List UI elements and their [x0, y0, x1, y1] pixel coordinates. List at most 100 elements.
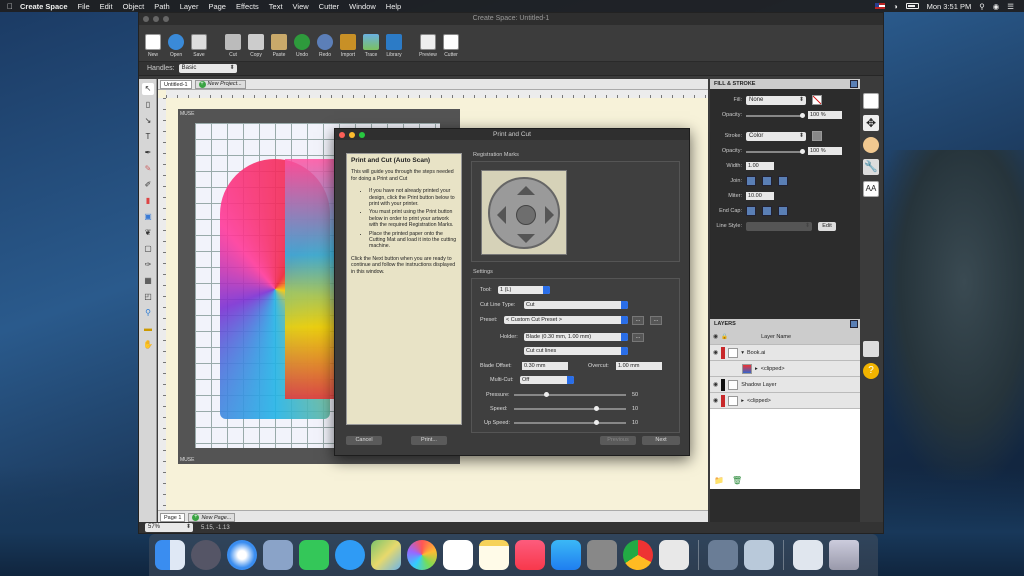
cut-button[interactable]: Cut — [223, 34, 243, 58]
dialog-titlebar[interactable]: Print and Cut — [335, 129, 689, 140]
preview-button[interactable]: Preview — [418, 34, 438, 58]
handles-select[interactable]: Basic — [178, 64, 237, 73]
fill-opacity-knob[interactable] — [800, 113, 805, 118]
fill-tool-icon[interactable]: ▢ — [142, 243, 154, 255]
fill-select[interactable]: None — [746, 96, 806, 105]
copy-button[interactable]: Copy — [246, 34, 266, 58]
layer-row[interactable]: ◉ ▾ Book.ai — [710, 345, 860, 361]
join-round-icon[interactable] — [762, 176, 772, 186]
finder-icon[interactable] — [155, 540, 185, 570]
miter-field[interactable]: 10.00 — [746, 192, 774, 200]
eye-icon[interactable]: ◉ — [713, 349, 718, 356]
menu-text[interactable]: Text — [269, 2, 283, 11]
apple-icon[interactable]:  — [0, 2, 20, 11]
cap-butt-icon[interactable] — [746, 206, 756, 216]
text-panel-icon[interactable]: AA — [863, 181, 879, 197]
cancel-button[interactable]: Cancel — [346, 436, 382, 445]
weld-tool-icon[interactable]: ◰ — [142, 291, 154, 303]
knife-tool-icon[interactable]: ✑ — [142, 259, 154, 271]
transform-tool-icon[interactable]: ↘ — [142, 115, 154, 127]
pressure-slider[interactable] — [514, 392, 626, 397]
layers-panel-icon[interactable] — [863, 341, 879, 357]
new-project-tab[interactable]: + New Project... — [194, 79, 246, 89]
new-layer-icon[interactable]: 📁 — [714, 476, 724, 485]
menu-app-name[interactable]: Create Space — [20, 2, 68, 11]
disclosure-icon[interactable]: ▾ — [741, 350, 744, 356]
wrench-icon[interactable]: 🔧 — [863, 159, 879, 175]
stroke-opacity-slider[interactable] — [746, 149, 805, 154]
preview-icon[interactable] — [744, 540, 774, 570]
dialog-minimize-button[interactable] — [349, 132, 355, 138]
disclosure-icon[interactable]: ▸ — [741, 398, 744, 404]
menu-help[interactable]: Help — [386, 2, 401, 11]
join-miter-icon[interactable] — [746, 176, 756, 186]
layers-options-icon[interactable] — [850, 320, 858, 328]
undo-button[interactable]: Undo — [292, 34, 312, 58]
preset-select[interactable]: < Custom Cut Preset > — [504, 316, 628, 324]
maps-icon[interactable] — [371, 540, 401, 570]
layer-row[interactable]: ◉ ▸ <clipped> — [710, 393, 860, 409]
node-tool-icon[interactable]: ▯ — [142, 99, 154, 111]
eyedropper-tool-icon[interactable]: ❦ — [142, 227, 154, 239]
cut-lines-select[interactable]: Cut cut lines — [524, 347, 628, 355]
layer-row[interactable]: ◉ Shadow Layer — [710, 377, 860, 393]
hand-tool-icon[interactable]: ✋ — [142, 339, 154, 351]
preset-options-button[interactable]: ... — [632, 316, 644, 325]
stroke-opacity-knob[interactable] — [800, 149, 805, 154]
disclosure-icon[interactable]: ▸ — [755, 366, 758, 372]
menu-view[interactable]: View — [293, 2, 309, 11]
previous-button[interactable]: Previous — [600, 436, 636, 445]
stroke-swatch[interactable] — [812, 131, 822, 141]
siri-icon[interactable]: ◉ — [993, 2, 1000, 11]
color-palette-icon[interactable] — [863, 137, 879, 153]
overcut-field[interactable]: 1.00 mm — [616, 362, 662, 370]
panel-options-icon[interactable] — [850, 80, 858, 88]
menu-path[interactable]: Path — [154, 2, 169, 11]
holder-options-button[interactable]: ... — [632, 333, 644, 342]
menubar-clock[interactable]: Mon 3:51 PM — [927, 2, 972, 11]
messages-icon[interactable] — [335, 540, 365, 570]
upspeed-slider[interactable] — [514, 420, 626, 425]
layer-row[interactable]: ▸ <clipped> — [710, 361, 860, 377]
next-button[interactable]: Next — [642, 436, 680, 445]
arrow-up-icon[interactable] — [517, 177, 535, 195]
new-button[interactable]: New — [143, 34, 163, 58]
arrow-right-icon[interactable] — [545, 206, 563, 224]
zoom-window-button[interactable] — [163, 16, 169, 22]
zoom-select[interactable]: 57% — [145, 523, 193, 532]
create-space-icon[interactable] — [659, 540, 689, 570]
dialog-close-button[interactable] — [339, 132, 345, 138]
stroke-opacity-field[interactable]: 100 % — [808, 147, 842, 155]
arrow-down-icon[interactable] — [517, 234, 535, 252]
multicut-select[interactable]: Off — [520, 376, 574, 384]
tab-untitled[interactable]: Untitled-1 — [160, 79, 192, 89]
cutter-button[interactable]: Cutter — [441, 34, 461, 58]
reminders-icon[interactable] — [443, 540, 473, 570]
help-icon[interactable]: ? — [863, 363, 879, 379]
redo-button[interactable]: Redo — [315, 34, 335, 58]
menu-layer[interactable]: Layer — [180, 2, 199, 11]
new-page-tab[interactable]: + New Page... — [188, 513, 236, 522]
minimize-window-button[interactable] — [153, 16, 159, 22]
pressure-knob[interactable] — [544, 392, 549, 397]
downloads-icon[interactable] — [793, 540, 823, 570]
center-button-icon[interactable] — [516, 205, 536, 225]
zoom-tool-icon[interactable]: ⚲ — [142, 307, 154, 319]
facetime-icon[interactable] — [299, 540, 329, 570]
fill-swatch[interactable] — [812, 95, 822, 105]
music-icon[interactable] — [515, 540, 545, 570]
notification-center-icon[interactable]: ☰ — [1007, 2, 1014, 11]
preset-more-button[interactable]: ... — [650, 316, 662, 325]
menu-cutter[interactable]: Cutter — [319, 2, 339, 11]
battery-icon[interactable] — [905, 3, 919, 9]
close-window-button[interactable] — [143, 16, 149, 22]
print-button[interactable]: Print... — [411, 436, 447, 445]
eraser-tool-icon[interactable]: ▮ — [142, 195, 154, 207]
cap-square-icon[interactable] — [778, 206, 788, 216]
join-bevel-icon[interactable] — [778, 176, 788, 186]
launchpad-icon[interactable] — [191, 540, 221, 570]
wifi-icon[interactable]: ◑ — [893, 2, 898, 11]
import-button[interactable]: Import — [338, 34, 358, 58]
trace-button[interactable]: Trace — [361, 34, 381, 58]
delete-layer-icon[interactable]: 🗑 — [732, 476, 742, 485]
